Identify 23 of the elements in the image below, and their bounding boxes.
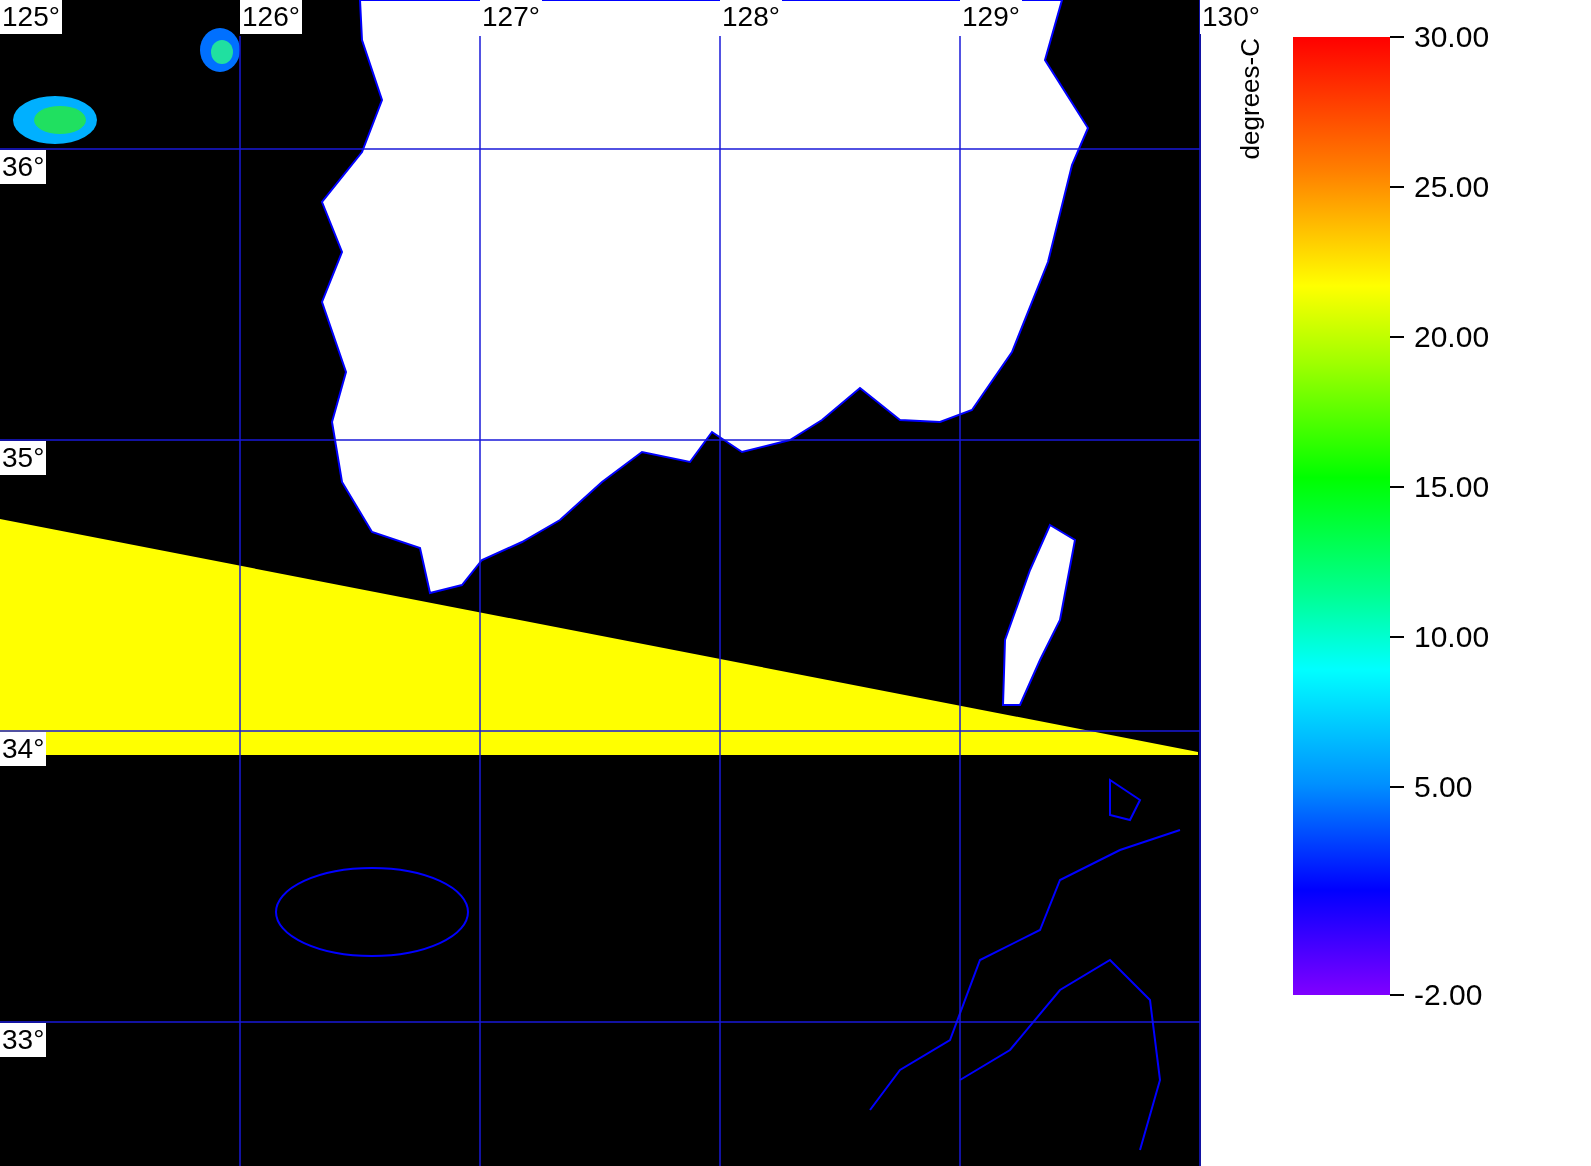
colorbar-title: degrees-C xyxy=(1235,38,1265,160)
tick-mark xyxy=(1390,786,1404,788)
tick-mark xyxy=(1390,186,1404,188)
tick-label: -2.00 xyxy=(1414,979,1483,1011)
tick-label: 10.00 xyxy=(1414,621,1490,653)
tick-label: 15.00 xyxy=(1414,471,1490,503)
tick-mark xyxy=(1390,486,1404,488)
latitude-label: 34° xyxy=(0,732,47,766)
tick-label: 25.00 xyxy=(1414,171,1490,203)
latitude-label: 33° xyxy=(0,1023,47,1057)
tick-mark xyxy=(1390,36,1404,38)
tick-mark xyxy=(1390,336,1404,338)
tick-mark xyxy=(1390,994,1404,996)
longitude-label: 130° xyxy=(1200,0,1262,34)
tick-mark xyxy=(1390,636,1404,638)
tick-label: 30.00 xyxy=(1414,21,1490,53)
longitude-label: 126° xyxy=(240,0,302,34)
latitude-label: 35° xyxy=(0,441,47,475)
latitude-label: 36° xyxy=(0,150,47,184)
tick-label: 20.00 xyxy=(1414,321,1490,353)
cloud-patch xyxy=(200,28,240,72)
tick-label: 5.00 xyxy=(1414,771,1473,803)
longitude-label: 125° xyxy=(0,0,62,34)
